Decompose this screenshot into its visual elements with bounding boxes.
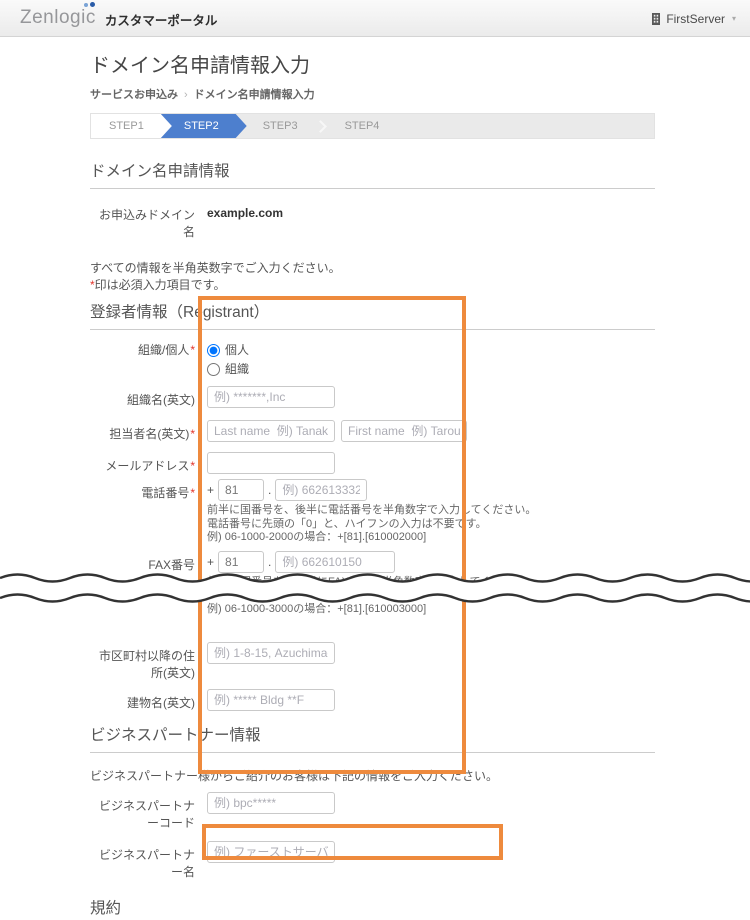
breadcrumb-separator: › [184, 89, 188, 101]
logo-dot-icon [84, 3, 88, 7]
step-wizard: STEP1 STEP2 STEP3 STEP4 [90, 113, 655, 139]
field-row-email: メールアドレス* [90, 452, 655, 474]
field-label-address: 市区町村以降の住所(英文) [98, 649, 195, 680]
partner-code-input[interactable] [207, 792, 335, 814]
breadcrumb-link-service[interactable]: サービスお申込み [90, 89, 178, 101]
account-menu[interactable]: FirstServer ▾ [651, 0, 736, 37]
form-notes: すべての情報を半角英数字でご入力ください。 *印は必須入力項目です。 [90, 260, 655, 294]
page: Zenlogic カスタマーポータル FirstServer ▾ ドメイン名申請… [0, 0, 750, 920]
radio-label-individual[interactable]: 個人 [225, 342, 249, 359]
portal-label: カスタマーポータル [104, 14, 218, 28]
fax-inputs: + . [207, 550, 535, 573]
field-label-phone: 電話番号* [141, 486, 195, 500]
email-input[interactable] [207, 452, 335, 474]
field-label-org-name: 組織名(英文) [127, 393, 195, 407]
domain-label: お申込みドメイン名 [98, 208, 195, 239]
registrant-form: 組織/個人* 個人 組織 組織名(英文) 担当者名(英文)* [90, 340, 655, 711]
field-row-partner-name: ビジネスパートナー名 [90, 841, 655, 880]
logo-dot-icon [90, 2, 95, 7]
app-header: Zenlogic カスタマーポータル FirstServer ▾ [0, 0, 750, 37]
chevron-down-icon: ▾ [731, 14, 736, 23]
field-row-person-name: 担当者名(英文)* [90, 420, 655, 442]
field-row-org-type: 組織/個人* 個人 組織 [90, 340, 655, 378]
field-row-phone: 電話番号* + . 前半に国番号を、後半に電話番号を半角数字で入力してください。… [90, 479, 655, 545]
field-row-org-name: 組織名(英文) [90, 386, 655, 408]
field-row-building: 建物名(英文) [90, 689, 655, 711]
fax-dot-separator: . [268, 554, 272, 569]
section-heading-terms: 規約 [90, 896, 655, 920]
partner-note: ビジネスパートナー様からご紹介のお客様は下記の情報をご入力ください。 [90, 769, 499, 783]
org-name-input[interactable] [207, 386, 335, 408]
partner-name-input[interactable] [207, 841, 335, 863]
field-label-partner-code: ビジネスパートナーコード [98, 799, 195, 830]
radio-option-individual[interactable]: 個人 [207, 340, 249, 359]
first-name-input[interactable] [341, 420, 467, 442]
phone-plus-sign: + [207, 483, 215, 497]
field-row-fax: FAX番号 + . 前半に国番号を、後半にFAX番号を半角数字で入力してください… [90, 550, 655, 617]
page-title: ドメイン名申請情報入力 [90, 55, 310, 77]
field-label-person-name: 担当者名(英文)* [109, 427, 195, 441]
building-input[interactable] [207, 689, 335, 711]
zenlogic-logo: Zenlogic [20, 2, 96, 29]
radio-organization[interactable] [207, 363, 220, 376]
step-4: STEP4 [344, 120, 380, 132]
logo-text: Zenlogic [20, 7, 96, 28]
field-label-fax: FAX番号 [148, 557, 195, 572]
main-content: ドメイン名申請情報入力 サービスお申込み › ドメイン名申請情報入力 STEP1 S… [0, 53, 750, 920]
breadcrumb-current: ドメイン名申請情報入力 [193, 89, 315, 101]
domain-value: example.com [207, 206, 284, 220]
field-label-email: メールアドレス* [105, 459, 195, 473]
address-input[interactable] [207, 642, 335, 664]
step-3: STEP3 [262, 120, 298, 132]
section-heading-partner: ビジネスパートナー情報 [90, 723, 655, 753]
breadcrumb: サービスお申込み › ドメイン名申請情報入力 [90, 86, 655, 102]
radio-option-organization[interactable]: 組織 [207, 359, 249, 378]
fax-help-text: 前半に国番号を、後半にFAX番号を半角数字で入力してください。 FAX番号に先頭… [207, 575, 536, 615]
radio-individual[interactable] [207, 344, 220, 357]
fax-number-input[interactable] [275, 550, 396, 573]
note-halfwidth: すべての情報を半角英数字でご入力ください。 [90, 261, 341, 275]
field-label-org-type: 組織/個人* [137, 343, 195, 357]
radio-label-organization[interactable]: 組織 [225, 361, 249, 378]
field-label-partner-name: ビジネスパートナー名 [98, 848, 195, 879]
phone-help-text: 前半に国番号を、後半に電話番号を半角数字で入力してください。 電話番号に先頭の「… [207, 504, 537, 543]
org-type-options: 個人 組織 [207, 340, 249, 378]
step-1: STEP1 [91, 114, 172, 138]
domain-row: お申込みドメイン名 example.com [90, 206, 655, 240]
phone-dot-separator: . [268, 483, 272, 497]
last-name-input[interactable] [207, 420, 335, 442]
fax-country-code-input[interactable] [218, 550, 265, 573]
phone-number-input[interactable] [275, 479, 368, 501]
note-required: *印は必須入力項目です。 [90, 278, 226, 292]
account-name: FirstServer [666, 11, 725, 26]
phone-inputs: + . [207, 479, 536, 501]
field-row-address: 市区町村以降の住所(英文) [90, 642, 655, 681]
field-label-building: 建物名(英文) [127, 696, 195, 710]
fax-plus-sign: + [207, 554, 215, 569]
phone-country-code-input[interactable] [218, 479, 265, 501]
field-row-partner-code: ビジネスパートナーコード [90, 792, 655, 831]
building-icon [652, 12, 661, 25]
section-heading-registrant: 登録者情報（Registrant） [90, 300, 655, 330]
section-heading-domain-info: ドメイン名申請情報 [90, 159, 655, 189]
